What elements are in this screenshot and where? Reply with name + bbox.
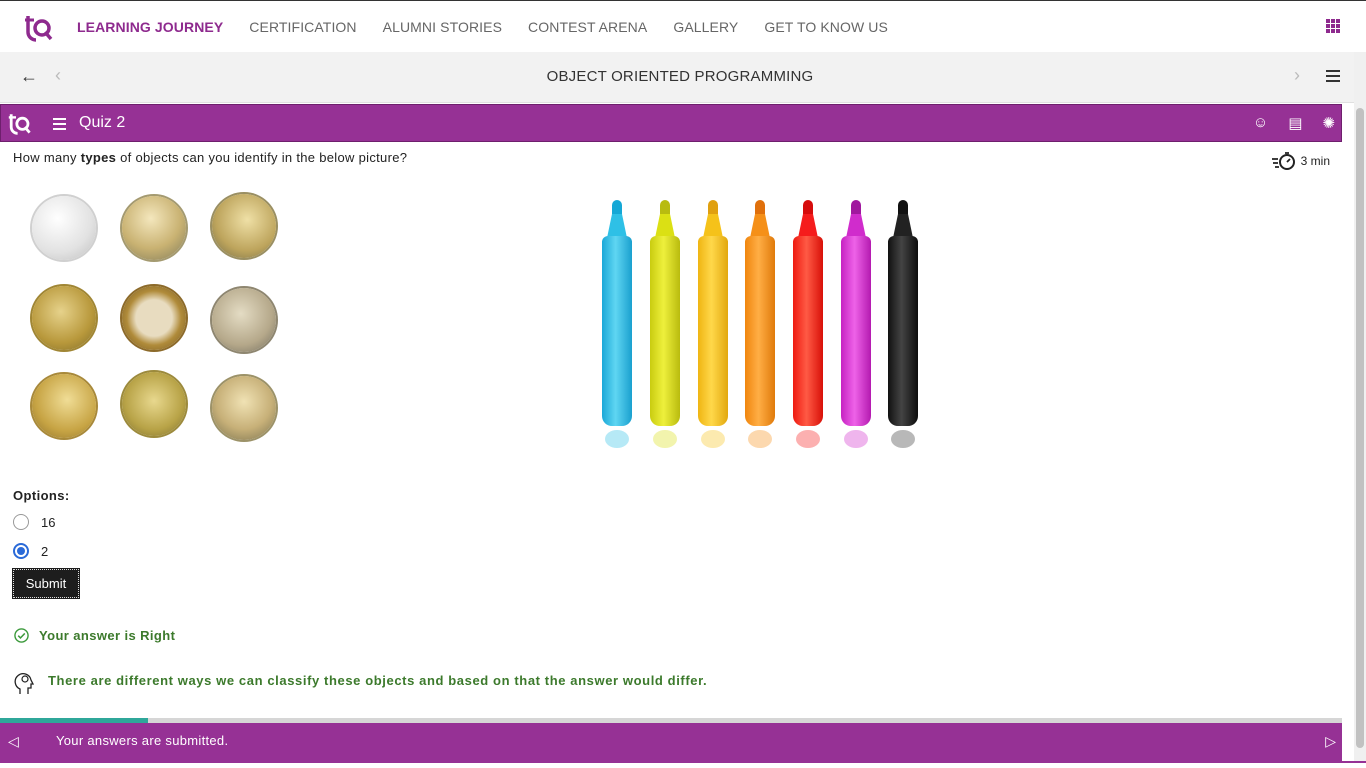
quiz-content: How many types of objects can you identi… xyxy=(0,142,1342,718)
explanation: There are different ways we can classify… xyxy=(14,670,708,696)
calendar-icon[interactable]: ▤ xyxy=(1288,114,1302,132)
footer-next-icon[interactable]: ▷ xyxy=(1325,733,1336,750)
nav-get-to-know-us[interactable]: GET TO KNOW US xyxy=(764,19,888,35)
footer-message: Your answers are submitted. xyxy=(56,733,229,748)
stopwatch-icon xyxy=(1271,152,1295,170)
timer: 3 min xyxy=(1271,151,1330,171)
scrollbar-thumb[interactable] xyxy=(1356,108,1364,748)
smiley-icon[interactable]: ☺ xyxy=(1253,114,1268,132)
option-label: 2 xyxy=(41,543,49,559)
bottle-caps-image xyxy=(28,194,288,444)
quiz-title: Quiz 2 xyxy=(79,114,126,131)
course-menu-icon[interactable] xyxy=(1326,70,1340,85)
logo-icon[interactable] xyxy=(24,12,54,42)
nav-alumni-stories[interactable]: ALUMNI STORIES xyxy=(383,19,502,35)
footer-prev-icon[interactable]: ◁ xyxy=(8,733,19,750)
option-label: 16 xyxy=(41,514,56,530)
footer-bar: ◁ Your answers are submitted. ▷ xyxy=(0,723,1342,761)
explanation-text: There are different ways we can classify… xyxy=(48,673,708,688)
quiz-toolbar: ☺ ▤ ✺ xyxy=(1253,114,1335,132)
radio-option-2[interactable] xyxy=(13,543,29,559)
options-label: Options: xyxy=(13,488,70,503)
quiz-header: Quiz 2 ☺ ▤ ✺ xyxy=(0,104,1342,142)
option-16[interactable]: 16 xyxy=(13,514,55,530)
nav-certification[interactable]: CERTIFICATION xyxy=(249,19,356,35)
top-navigation: LEARNING JOURNEY CERTIFICATION ALUMNI ST… xyxy=(0,0,1366,52)
result-message: Your answer is Right xyxy=(14,628,175,643)
next-chevron-icon[interactable]: › xyxy=(1294,65,1300,86)
course-header: ← ‹ OBJECT ORIENTED PROGRAMMING › xyxy=(0,52,1366,103)
nav-gallery[interactable]: GALLERY xyxy=(673,19,738,35)
question-text: How many types of objects can you identi… xyxy=(13,150,408,165)
apps-grid-icon[interactable] xyxy=(1326,19,1340,33)
submit-button[interactable]: Submit xyxy=(12,568,80,599)
option-2[interactable]: 2 xyxy=(13,543,48,559)
thinking-head-icon xyxy=(14,673,35,694)
check-circle-icon xyxy=(14,628,29,643)
course-title: OBJECT ORIENTED PROGRAMMING xyxy=(546,68,814,85)
radio-option-16[interactable] xyxy=(13,514,29,530)
settings-icon[interactable]: ✺ xyxy=(1322,114,1335,132)
main-menu: LEARNING JOURNEY CERTIFICATION ALUMNI ST… xyxy=(77,1,888,53)
bottom-border xyxy=(0,761,1366,768)
nav-contest-arena[interactable]: CONTEST ARENA xyxy=(528,19,647,35)
nav-learning-journey[interactable]: LEARNING JOURNEY xyxy=(77,19,223,35)
quiz-menu-icon[interactable] xyxy=(53,118,66,133)
scrollbar[interactable] xyxy=(1354,52,1366,768)
markers-image xyxy=(560,182,960,467)
quiz-logo-icon xyxy=(8,114,31,135)
